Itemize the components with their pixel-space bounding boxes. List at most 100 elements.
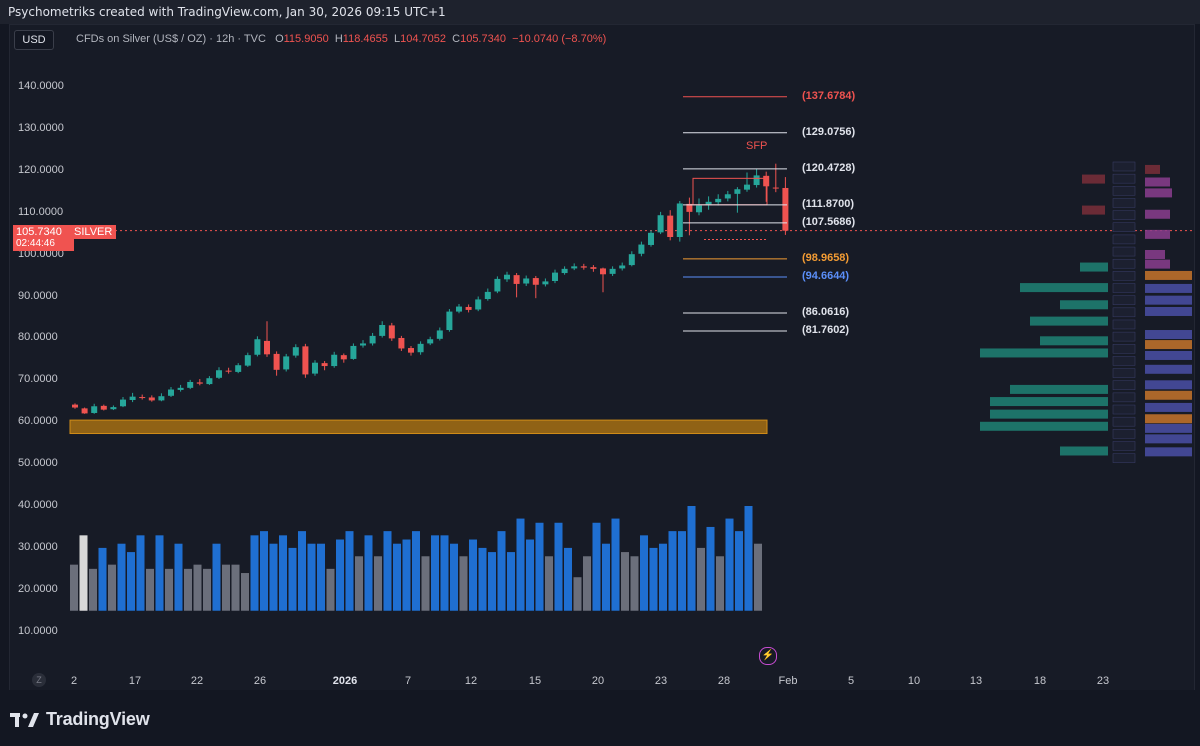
volume-profile-bar xyxy=(1145,259,1170,269)
tradingview-logo-icon xyxy=(10,711,40,729)
volume-profile-bar xyxy=(1030,316,1108,326)
volume-bar xyxy=(412,531,420,611)
volume-profile-bar xyxy=(1145,249,1165,259)
volume-profile-bar xyxy=(1060,446,1108,456)
sfp-annotation: SFP xyxy=(746,140,768,152)
candle-body xyxy=(110,407,117,410)
lightning-icon[interactable]: ⚡ xyxy=(759,647,777,665)
volume-bar xyxy=(630,556,639,611)
profile-price-cell xyxy=(1112,453,1136,463)
level-label: (137.6784) xyxy=(802,89,856,102)
candle-body xyxy=(667,215,674,238)
candle-body xyxy=(129,396,136,400)
volume-bar xyxy=(573,577,582,611)
y-axis-tick: 120.0000 xyxy=(18,163,64,176)
volume-profile-bar xyxy=(1145,188,1172,198)
candle-body xyxy=(552,272,558,281)
volume-bar xyxy=(250,535,259,611)
volume-profile-bar xyxy=(990,397,1108,407)
volume-bar xyxy=(545,556,553,611)
candle-body xyxy=(340,355,347,360)
volume-bar xyxy=(203,568,211,611)
volume-bar xyxy=(516,518,525,611)
volume-bar xyxy=(155,535,164,611)
volume-bar xyxy=(554,522,563,611)
x-axis-tick: Feb xyxy=(778,675,798,687)
candle-body xyxy=(225,370,232,372)
volume-bar xyxy=(659,543,667,611)
volume-profile-bar xyxy=(1145,350,1192,360)
candle-body xyxy=(264,340,270,355)
candle-body xyxy=(465,306,472,310)
candle-body xyxy=(168,389,174,396)
volume-bar xyxy=(355,556,363,611)
volume-bar xyxy=(345,531,354,611)
candle-body xyxy=(523,278,530,284)
volume-profile-bar xyxy=(1082,205,1105,215)
volume-bar xyxy=(279,535,287,611)
volume-bar xyxy=(260,531,268,611)
volume-bar xyxy=(640,535,648,611)
candle-body xyxy=(379,324,386,336)
profile-price-cell xyxy=(1112,283,1136,293)
bar-countdown: 02:44:46 xyxy=(16,238,55,249)
level-label: (86.0616) xyxy=(802,306,850,318)
timezone-button[interactable]: Z xyxy=(32,673,46,687)
y-axis-tick: 20.0000 xyxy=(18,582,58,595)
volume-bar xyxy=(146,568,154,611)
candle-body xyxy=(609,268,616,274)
x-axis-tick: 5 xyxy=(847,675,855,687)
volume-bar xyxy=(535,522,544,611)
volume-bar xyxy=(241,573,249,611)
candle-body xyxy=(292,347,299,356)
y-axis-tick: 80.0000 xyxy=(18,331,58,344)
candle-body xyxy=(628,254,635,266)
currency-button[interactable]: USD xyxy=(14,30,54,50)
volume-profile-bar xyxy=(1145,423,1192,433)
volume-bar xyxy=(165,568,173,611)
candle-body xyxy=(369,335,376,344)
volume-profile-bar xyxy=(1020,283,1108,293)
candle-body xyxy=(177,387,184,390)
candle-body xyxy=(350,345,357,359)
volume-bar xyxy=(117,543,126,611)
volume-bar xyxy=(469,539,477,611)
volume-bar xyxy=(383,531,392,611)
brand-name: TradingView xyxy=(46,709,150,729)
volume-bar xyxy=(127,552,135,611)
candle-body xyxy=(417,343,424,353)
profile-price-cell xyxy=(1112,331,1136,342)
volume-bar xyxy=(440,535,449,611)
volume-bar xyxy=(564,547,572,611)
profile-price-cell xyxy=(1112,368,1136,378)
volume-bar xyxy=(364,535,373,611)
volume-bar xyxy=(450,543,458,611)
candle-body xyxy=(100,405,107,410)
volume-profile-bar xyxy=(1145,177,1170,187)
candle-body xyxy=(206,378,213,385)
chart-canvas[interactable] xyxy=(0,0,1200,690)
profile-price-cell xyxy=(1112,246,1136,257)
x-axis-tick: 7 xyxy=(404,675,412,687)
candle-body xyxy=(475,299,482,310)
high-value: 118.4655 xyxy=(342,33,388,45)
profile-price-cell xyxy=(1112,234,1136,245)
profile-price-cell xyxy=(1112,344,1136,354)
x-axis-tick: 13 xyxy=(969,675,983,687)
candle-body xyxy=(657,215,664,233)
profile-price-cell xyxy=(1112,380,1136,390)
profile-price-cell xyxy=(1112,271,1136,281)
volume-profile-bar xyxy=(1082,174,1105,184)
open-label: O xyxy=(275,33,284,45)
volume-bar xyxy=(621,552,629,611)
candle-body xyxy=(532,278,539,285)
volume-bar xyxy=(687,506,696,611)
last-price-value: 105.7340 xyxy=(16,226,62,238)
candle-body xyxy=(408,348,414,353)
candle-body xyxy=(724,194,731,199)
x-axis-tick: 26 xyxy=(253,675,267,687)
volume-profile-bar xyxy=(1145,414,1192,424)
open-value: 115.9050 xyxy=(283,33,329,45)
volume-bar xyxy=(108,564,116,611)
y-axis-tick: 110.0000 xyxy=(18,205,64,218)
